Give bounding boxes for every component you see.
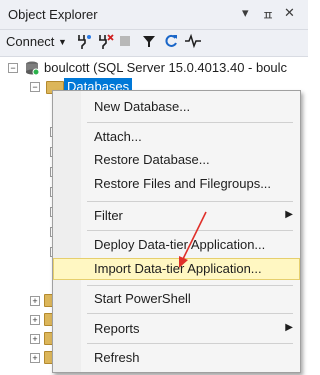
menu-item-label: Deploy Data-tier Application... [94, 237, 266, 252]
menu-separator [87, 201, 293, 202]
menu-separator [87, 343, 293, 344]
expand-icon[interactable]: + [30, 334, 40, 344]
connect-plug-icon[interactable] [75, 32, 93, 53]
menu-item-label: Start PowerShell [94, 291, 191, 306]
window-position-dropdown-icon[interactable]: ▾ [242, 5, 249, 21]
menu-item-restore-files-filegroups[interactable]: Restore Files and Filegroups... [53, 173, 300, 195]
menu-item-filter[interactable]: Filter ▶ [53, 205, 300, 227]
connect-dropdown-icon[interactable]: ▼ [58, 37, 67, 47]
expand-icon[interactable]: + [30, 353, 40, 363]
menu-item-label: Restore Files and Filegroups... [94, 176, 272, 191]
menu-separator [87, 313, 293, 314]
activity-monitor-icon[interactable] [184, 33, 202, 52]
submenu-arrow-icon: ▶ [285, 209, 293, 220]
object-explorer-toolbar: Connect ▼ [0, 30, 308, 57]
menu-item-attach[interactable]: Attach... [53, 126, 300, 148]
server-label: boulcott (SQL Server 15.0.4013.40 - boul… [44, 60, 288, 75]
stop-icon[interactable] [120, 36, 130, 46]
databases-context-menu: New Database... Attach... Restore Databa… [52, 90, 301, 373]
menu-item-restore-database[interactable]: Restore Database... [53, 149, 300, 171]
menu-item-label: Restore Database... [94, 152, 210, 167]
menu-item-deploy-data-tier[interactable]: Deploy Data-tier Application... [53, 234, 300, 256]
pin-icon[interactable]: ㅍ [262, 5, 274, 24]
expand-icon[interactable]: + [30, 296, 40, 306]
menu-item-label: Import Data-tier Application... [94, 261, 262, 276]
disconnect-icon[interactable] [97, 32, 115, 53]
menu-item-start-powershell[interactable]: Start PowerShell [53, 288, 300, 310]
filter-icon[interactable] [141, 33, 157, 52]
menu-item-import-data-tier[interactable]: Import Data-tier Application... [53, 258, 300, 280]
collapse-icon[interactable]: − [30, 82, 40, 92]
menu-separator [87, 285, 293, 286]
object-explorer-titlebar: Object Explorer ▾ ㅍ ✕ [0, 0, 308, 30]
menu-item-label: New Database... [94, 99, 191, 114]
submenu-arrow-icon: ▶ [285, 322, 293, 333]
menu-item-label: Reports [94, 321, 140, 336]
tree-node-server[interactable]: − boulcott (SQL Server 15.0.4013.40 - bo… [0, 59, 308, 77]
connect-button[interactable]: Connect [6, 34, 54, 49]
expand-icon[interactable]: + [30, 315, 40, 325]
collapse-icon[interactable]: − [8, 63, 18, 73]
close-icon[interactable]: ✕ [284, 5, 295, 21]
menu-separator [87, 122, 293, 123]
panel-title: Object Explorer [8, 7, 98, 22]
menu-separator [87, 230, 293, 231]
menu-item-label: Filter [94, 208, 123, 223]
menu-item-reports[interactable]: Reports ▶ [53, 318, 300, 340]
refresh-icon[interactable] [163, 33, 179, 52]
menu-item-label: Refresh [94, 350, 140, 365]
menu-item-refresh[interactable]: Refresh [53, 347, 300, 369]
menu-item-label: Attach... [94, 129, 142, 144]
menu-item-new-database[interactable]: New Database... [53, 96, 300, 118]
